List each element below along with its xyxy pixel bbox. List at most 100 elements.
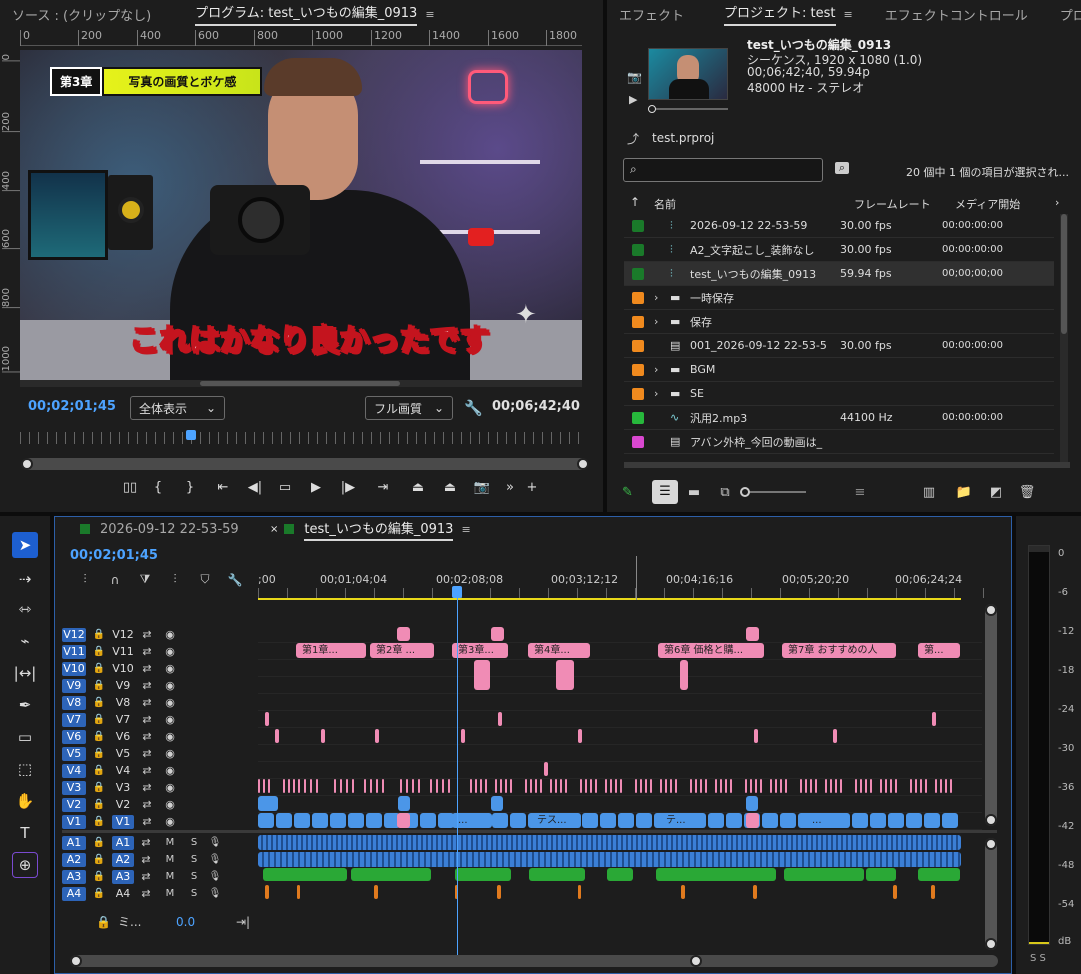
icon-view-icon[interactable]: ▬ — [678, 485, 710, 500]
chapter-clip[interactable]: 第6章 価格と購... — [658, 643, 764, 658]
timeline-clip[interactable]: テス... — [531, 813, 581, 828]
mic-icon[interactable]: 🎙 — [206, 888, 224, 899]
mute-button[interactable]: M — [158, 837, 182, 848]
caption-clip[interactable] — [885, 779, 887, 793]
label-color-swatch[interactable] — [632, 219, 644, 232]
caption-clip[interactable] — [560, 779, 562, 793]
se-clip[interactable] — [753, 885, 757, 899]
audio-clip-a1[interactable] — [258, 835, 961, 850]
mix-value[interactable]: 0.0 — [176, 915, 236, 929]
caption-clip[interactable] — [436, 779, 438, 793]
playhead-timecode[interactable]: 00;02;01;45 — [28, 399, 116, 414]
tab-program[interactable]: プログラム: test_いつもの編集_0913 ≡ — [183, 0, 446, 28]
lock-icon[interactable]: 🔒 — [96, 915, 118, 929]
timeline-clip[interactable] — [870, 813, 886, 828]
expand-chevron-icon[interactable]: › — [654, 387, 670, 400]
track-target[interactable]: V8 — [112, 696, 134, 710]
sequence-thumbnail[interactable] — [648, 48, 728, 100]
caption-clip[interactable] — [334, 779, 336, 793]
se-clip[interactable] — [265, 885, 269, 899]
solo-button[interactable]: S — [182, 837, 206, 848]
timeline-clip[interactable]: ... — [806, 813, 846, 828]
timeline-clip[interactable] — [330, 813, 346, 828]
caption-clip[interactable] — [840, 779, 842, 793]
sync-lock-icon[interactable]: ⇄ — [134, 628, 160, 641]
sync-lock-icon[interactable]: ⇄ — [134, 713, 160, 726]
lock-icon[interactable]: 🔒 — [86, 748, 112, 759]
caption-clip[interactable] — [304, 779, 306, 793]
project-item[interactable]: › ▬ BGM — [624, 358, 1054, 382]
caption-clip[interactable] — [860, 779, 862, 793]
caption-clip[interactable] — [475, 779, 477, 793]
caption-clip[interactable] — [605, 779, 607, 793]
quality-select[interactable]: フル画質 ⌄ — [365, 396, 453, 420]
mute-button[interactable]: M — [158, 871, 182, 882]
eye-icon[interactable]: ◉ — [160, 628, 180, 641]
timeline-clip[interactable] — [852, 813, 868, 828]
close-icon[interactable]: × — [270, 524, 278, 535]
caption-clip[interactable] — [775, 779, 777, 793]
source-patch[interactable]: V2 — [62, 797, 86, 812]
eye-icon[interactable]: ◉ — [160, 764, 180, 777]
linked-selection-icon[interactable]: ⧩ — [130, 572, 160, 587]
bgm-clip[interactable] — [784, 868, 864, 881]
audio-clip-a2[interactable] — [258, 852, 961, 867]
chapter-clip[interactable]: 第1章... — [296, 643, 366, 658]
lock-icon[interactable]: 🔒 — [86, 837, 112, 848]
caption-clip[interactable] — [418, 779, 420, 793]
source-patch[interactable]: V4 — [62, 763, 86, 778]
sync-lock-icon[interactable]: ⇄ — [134, 815, 160, 828]
caption-clip[interactable] — [585, 779, 587, 793]
timeline-clip[interactable]: ... — [452, 813, 492, 828]
caption-clip[interactable] — [382, 779, 384, 793]
column-name[interactable]: 名前 — [654, 196, 676, 212]
timeline-clip[interactable] — [578, 729, 582, 743]
source-patch[interactable]: V6 — [62, 729, 86, 744]
project-item[interactable]: ∿ 汎用2.mp3 44100 Hz 00:00:00:00 — [624, 406, 1054, 430]
step-back-icon[interactable]: ◀| — [240, 480, 270, 495]
chapter-clip[interactable]: 第4章... — [528, 643, 590, 658]
mark-out-icon[interactable]: } — [174, 480, 206, 495]
caption-clip[interactable] — [565, 779, 567, 793]
caption-clip[interactable] — [595, 779, 597, 793]
track-target[interactable]: A1 — [112, 835, 134, 850]
source-patch[interactable]: V11 — [62, 644, 86, 659]
snap-icon[interactable]: ∩ — [100, 573, 130, 587]
caption-clip[interactable] — [855, 779, 857, 793]
timeline-clip[interactable] — [258, 796, 278, 811]
add-button-icon[interactable]: + — [522, 480, 542, 495]
timeline-clip[interactable] — [888, 813, 904, 828]
tab-properties[interactable]: プロパ — [1048, 0, 1081, 28]
bgm-clip[interactable] — [918, 868, 960, 881]
rectangle-tool-icon[interactable]: ▭ — [12, 724, 38, 750]
source-patch[interactable]: A3 — [62, 869, 86, 884]
caption-clip[interactable] — [815, 779, 817, 793]
lock-icon[interactable]: 🔒 — [86, 782, 112, 793]
sync-lock-icon[interactable]: ⇄ — [134, 662, 160, 675]
caption-clip[interactable] — [870, 779, 872, 793]
caption-clip[interactable] — [925, 779, 927, 793]
track-target[interactable]: A4 — [112, 887, 134, 901]
se-clip[interactable] — [578, 885, 581, 899]
timeline-clip[interactable] — [461, 729, 465, 743]
source-patch[interactable]: V8 — [62, 695, 86, 710]
track-lane[interactable] — [258, 677, 982, 694]
slip-tool-icon[interactable]: |↔| — [12, 660, 38, 686]
label-color-swatch[interactable] — [632, 339, 644, 352]
caption-clip[interactable] — [810, 779, 812, 793]
panel-menu-icon[interactable]: ≡ — [425, 8, 434, 21]
sync-lock-icon[interactable]: ⇄ — [134, 730, 160, 743]
source-patch[interactable]: V5 — [62, 746, 86, 761]
timeline-clip[interactable] — [600, 813, 616, 828]
camera-icon[interactable]: 📷 — [627, 70, 642, 84]
caption-clip[interactable] — [690, 779, 692, 793]
automate-icon[interactable]: ▥ — [910, 485, 948, 500]
track-divider[interactable] — [62, 830, 997, 833]
caption-clip[interactable] — [940, 779, 942, 793]
caption-clip[interactable] — [470, 779, 472, 793]
timeline-playhead-marker[interactable] — [452, 586, 462, 598]
caption-clip[interactable] — [770, 779, 772, 793]
caption-clip[interactable] — [895, 779, 897, 793]
project-item[interactable]: ⫶ 2026-09-12 22-53-59 30.00 fps 00:00:00:00 — [624, 214, 1054, 238]
thumbnail-scrubber[interactable] — [648, 105, 728, 113]
